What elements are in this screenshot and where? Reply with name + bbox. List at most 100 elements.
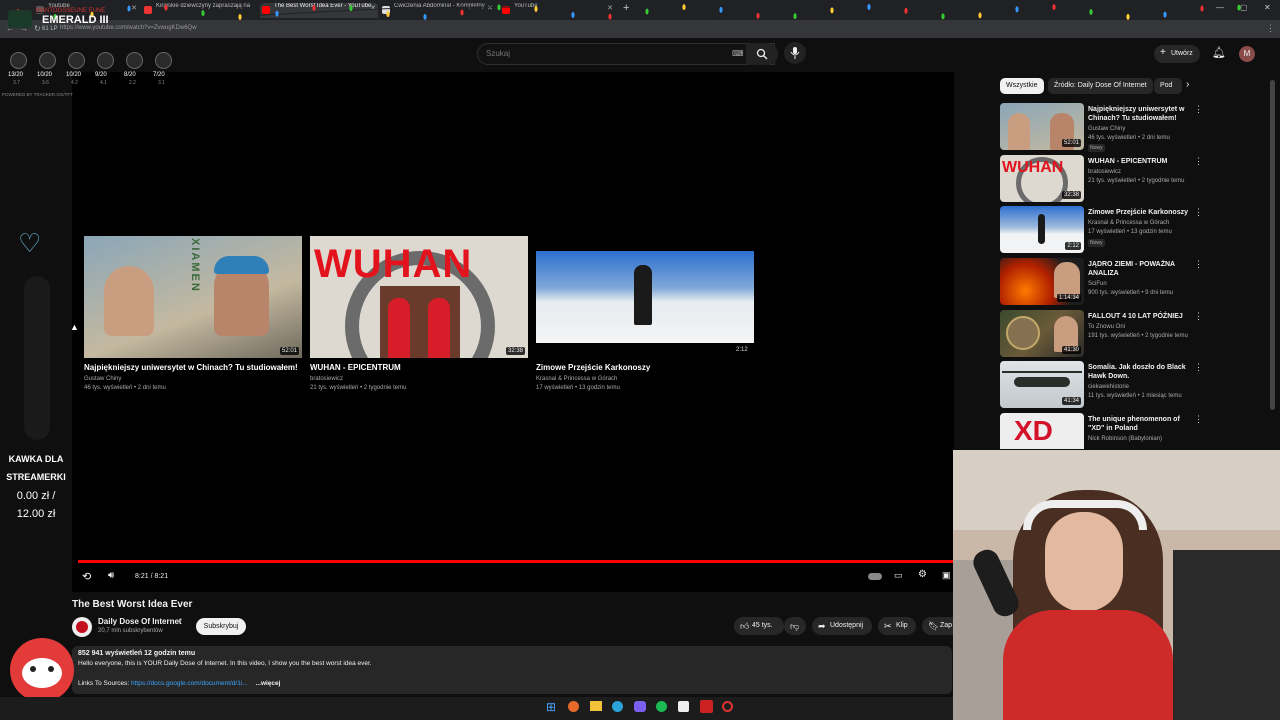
recommendation-title[interactable]: WUHAN - EPICENTRUM [1088,157,1198,166]
like-count: 45 tys. [752,622,773,629]
card-title[interactable]: WUHAN - EPICENTRUM [310,363,401,372]
plus-icon: + [1160,47,1166,58]
recommendation-title[interactable]: Somalia. Jak doszło do Black Hawk Down. [1088,363,1198,381]
create-label: Utwórz [1171,50,1193,57]
recommendation-title[interactable]: Najpiękniejszy uniwersytet w Chinach? Tu… [1088,105,1198,123]
chip-all[interactable]: Wszystkie [1000,78,1044,94]
trait-stat-avg: 3.7 [13,80,20,86]
endscreen-thumbnail[interactable]: XIAMEN 52:01 [84,236,302,358]
miniplayer-icon[interactable]: ▣ [942,570,951,581]
recommendation-thumbnail[interactable]: 52:01 [1000,103,1084,150]
search-input[interactable] [486,49,726,58]
recommendation-thumbnail[interactable]: 2:12 [1000,206,1084,253]
chip-source[interactable]: Źródło: Daily Dose Of Internet [1048,78,1153,94]
endscreen-card[interactable]: XIAMEN 52:01 Najpiękniejszy uniwersytet … [84,236,302,396]
more-options-icon[interactable]: ⋮ [1194,207,1203,218]
card-title[interactable]: Zimowe Przejście Karkonoszy [536,363,650,372]
notes-app-icon[interactable] [678,701,689,712]
description-box[interactable]: 852 941 wyświetleń 12 godzin temu Hello … [72,646,952,694]
chip-related[interactable]: Pod [1154,78,1182,94]
save-button[interactable]: 🔖︎ Zap [922,617,956,635]
trait-stat-icon [155,52,172,69]
recommendation-thumbnail[interactable]: XD [1000,413,1084,449]
subscribe-button[interactable]: Subskrybuj [196,618,246,635]
recommendation-item[interactable]: 52:01 Najpiękniejszy uniwersytet w China… [1000,103,1203,152]
more-options-icon[interactable]: ⋮ [1194,311,1203,322]
volume-icon[interactable]: 🔊︎ [108,570,114,581]
tab-close-icon[interactable]: ✕ [487,4,493,12]
more-options-icon[interactable]: ⋮ [1194,104,1203,115]
recommendation-thumbnail[interactable]: 41:30 [1000,310,1084,357]
share-button[interactable]: ➦ Udostępnij [812,617,872,635]
notifications-bell-icon[interactable]: 🔔︎ [1212,46,1226,59]
new-tab-icon[interactable]: + [623,2,629,14]
tab-close-icon[interactable]: ✕ [370,4,376,12]
recommendation-title[interactable]: The unique phenomenon of "XD" in Poland [1088,415,1198,433]
app-icon[interactable] [722,701,733,712]
subtitles-icon[interactable]: ▭ [894,570,903,581]
more-link[interactable]: ...więcej [256,680,281,687]
windows-start-icon[interactable]: ⊞ [546,700,556,714]
chevron-right-icon[interactable]: › [1186,79,1189,90]
more-options-icon[interactable]: ⋮ [1194,362,1203,373]
thumbnail-text: WUHAN [314,242,473,286]
browser-tab[interactable]: YouTube ✕ [500,3,615,18]
minimize-icon[interactable]: — [1216,3,1224,12]
settings-gear-icon[interactable]: ⚙ [918,569,927,580]
spotify-icon[interactable] [656,701,667,712]
card-title[interactable]: Najpiękniejszy uniwersytet w Chinach? Tu… [84,363,298,372]
clip-button[interactable]: ✂ Klip [878,617,916,635]
file-explorer-icon[interactable] [590,701,602,711]
more-options-icon[interactable]: ⋮ [1194,414,1200,425]
recommendation-item[interactable]: 41:34 Somalia. Jak doszło do Black Hawk … [1000,361,1203,409]
recommendation-item[interactable]: 2:12 Zimowe Przejście Karkonoszy Krasnal… [1000,206,1203,254]
recommendation-item[interactable]: WUHAN 32:38 WUHAN - EPICENTRUM bratosiew… [1000,155,1203,203]
sidebar-scrollbar[interactable] [1270,80,1275,410]
edge-icon[interactable] [612,701,623,712]
brave-browser-icon[interactable] [568,701,579,712]
dislike-button[interactable]: 👎︎ [784,617,806,635]
recommendation-item[interactable]: XD The unique phenomenon of "XD" in Pola… [1000,413,1200,449]
recommendation-thumbnail[interactable]: 41:34 [1000,361,1084,408]
mascot-overlay [10,638,74,702]
recommendation-channel: To Znowu Oni [1088,324,1126,330]
recommendation-thumbnail[interactable]: WUHAN 32:38 [1000,155,1084,202]
endscreen-card[interactable]: WUHAN 32:38 WUHAN - EPICENTRUM bratosiew… [310,236,528,396]
channel-name[interactable]: Daily Dose Of Internet [98,617,182,626]
voice-search-button[interactable] [784,42,806,64]
more-options-icon[interactable]: ⋮ [1194,156,1203,167]
close-window-icon[interactable]: ✕ [1264,3,1271,12]
channel-avatar[interactable] [72,617,92,637]
sources-link[interactable]: https://docs.google.com/document/d/1i... [131,680,248,687]
browser-tab-active[interactable]: The Best Worst Idea Ever - YouTube ✕ [260,3,378,18]
browser-menu-icon[interactable]: ⋮ [1266,23,1275,34]
more-options-icon[interactable]: ⋮ [1194,259,1203,270]
duration-badge: 2:12 [1065,242,1081,250]
recommendation-thumbnail[interactable]: 1:14:34 [1000,258,1084,305]
keyboard-icon[interactable]: ⌨ [732,49,744,58]
recommendation-item[interactable]: 41:30 FALLOUT 4 10 LAT PÓŹNIEJ To Znowu … [1000,310,1203,358]
discord-icon[interactable] [634,701,646,712]
recommendation-title[interactable]: JĄDRO ZIEMI - POWAŻNA ANALIZA [1088,260,1198,278]
search-box[interactable]: ⌨ [477,43,775,65]
autoplay-toggle[interactable] [868,573,882,580]
endscreen-thumbnail[interactable] [536,251,754,343]
create-button[interactable]: + Utwórz [1154,45,1200,63]
app-icon[interactable] [700,700,713,713]
subscriber-count: 20,7 mln subskrybentów [98,628,163,634]
recommendation-title[interactable]: FALLOUT 4 10 LAT PÓŹNIEJ [1088,312,1198,321]
like-button[interactable]: 👍︎ 45 tys. [734,617,784,635]
recommendation-title[interactable]: Zimowe Przejście Karkonoszy [1088,208,1198,217]
endscreen-thumbnail[interactable]: WUHAN 32:38 [310,236,528,358]
maximize-icon[interactable]: ▢ [1240,3,1248,12]
search-button[interactable] [746,43,778,65]
video-player[interactable]: XIAMEN 52:01 Najpiękniejszy uniwersytet … [70,72,954,592]
progress-bar[interactable] [78,560,954,563]
replay-icon[interactable]: ⟲ [82,570,91,583]
browser-tab[interactable]: Ćwiczenia Abdominal - Kompletny ✕ [380,3,495,18]
duration-badge: 52:01 [1061,139,1081,147]
avatar[interactable]: M [1239,46,1255,62]
recommendation-item[interactable]: 1:14:34 JĄDRO ZIEMI - POWAŻNA ANALIZA Sc… [1000,258,1203,306]
tab-close-icon[interactable]: ✕ [607,4,613,12]
endscreen-card[interactable]: 2:12 Zimowe Przejście Karkonoszy Krasnal… [536,251,754,396]
